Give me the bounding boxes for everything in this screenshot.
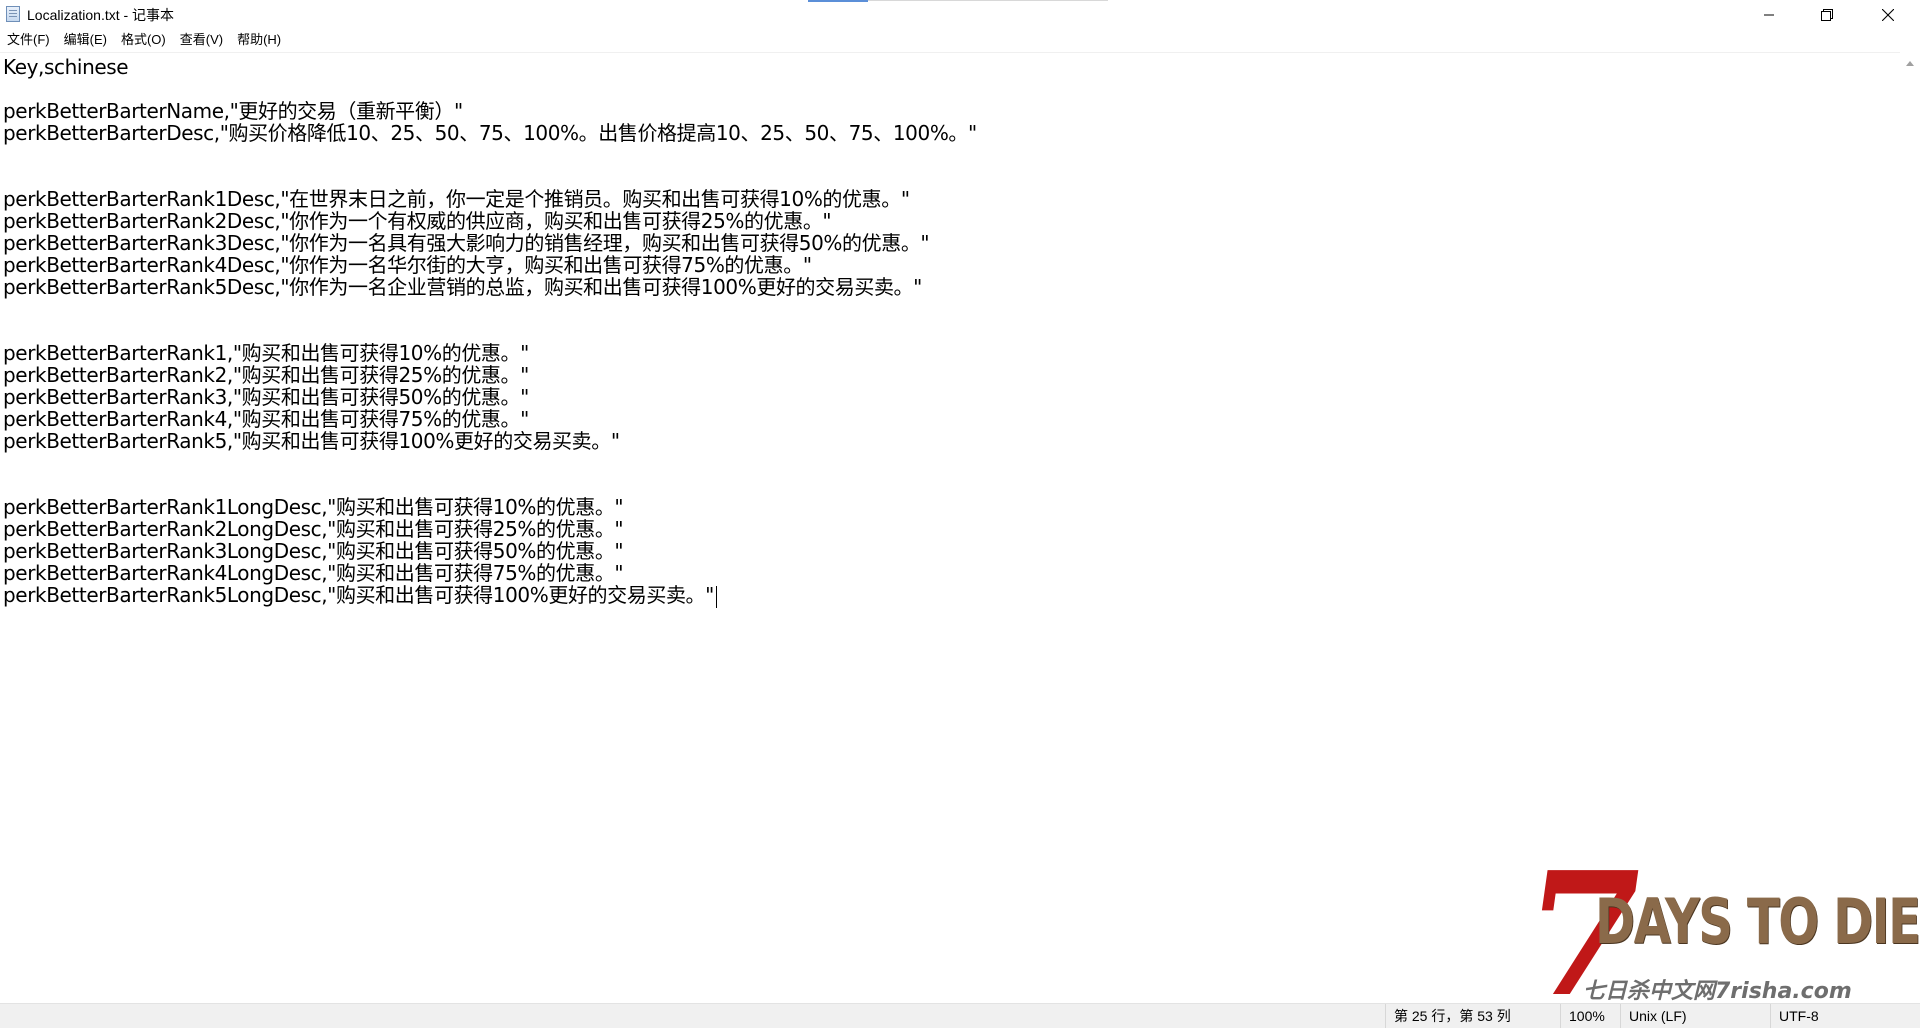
- menu-bar: 文件(F) 编辑(E) 格式(O) 查看(V) 帮助(H): [0, 29, 1920, 51]
- editor-line[interactable]: perkBetterBarterRank5Desc,"你作为一名企业营销的总监，…: [3, 274, 922, 301]
- restore-button[interactable]: [1798, 0, 1856, 29]
- menu-file[interactable]: 文件(F): [0, 29, 57, 51]
- line-ending: Unix (LF): [1620, 1004, 1770, 1028]
- minimize-icon: [1764, 14, 1774, 15]
- window-title: Localization.txt - 记事本: [27, 7, 175, 23]
- cursor-position: 第 25 行，第 53 列: [1385, 1004, 1560, 1028]
- editor-line[interactable]: perkBetterBarterDesc,"购买价格降低10、25、50、75、…: [3, 120, 977, 147]
- menu-view[interactable]: 查看(V): [173, 29, 230, 51]
- editor-line[interactable]: perkBetterBarterRank5,"购买和出售可获得100%更好的交易…: [3, 428, 620, 455]
- encoding: UTF-8: [1770, 1004, 1920, 1028]
- close-button[interactable]: [1856, 0, 1920, 29]
- minimize-button[interactable]: [1740, 0, 1798, 29]
- notepad-window: Localization.txt - 记事本 文件(F) 编辑(E) 格式(O)…: [0, 0, 1920, 1028]
- menu-edit[interactable]: 编辑(E): [57, 29, 114, 51]
- zoom-level: 100%: [1560, 1004, 1620, 1028]
- restore-icon: [1821, 8, 1833, 21]
- notepad-icon: [6, 6, 20, 22]
- menu-format[interactable]: 格式(O): [114, 29, 173, 51]
- title-bar[interactable]: Localization.txt - 记事本: [0, 0, 1920, 29]
- text-editor[interactable]: Key,schinese perkBetterBarterName,"更好的交易（…: [0, 53, 1900, 1003]
- scroll-up-arrow-icon[interactable]: [1906, 61, 1914, 66]
- vertical-scrollbar[interactable]: [1900, 53, 1920, 1003]
- title-divider-line: [868, 0, 1108, 1]
- title-accent-line: [808, 0, 868, 2]
- close-icon: [1882, 8, 1894, 21]
- status-bar: 第 25 行，第 53 列 100% Unix (LF) UTF-8: [0, 1003, 1920, 1028]
- editor-line[interactable]: perkBetterBarterRank5LongDesc,"购买和出售可获得1…: [3, 582, 717, 609]
- menu-help[interactable]: 帮助(H): [230, 29, 288, 51]
- editor-line[interactable]: Key,schinese: [3, 54, 129, 81]
- text-caret: [715, 585, 717, 608]
